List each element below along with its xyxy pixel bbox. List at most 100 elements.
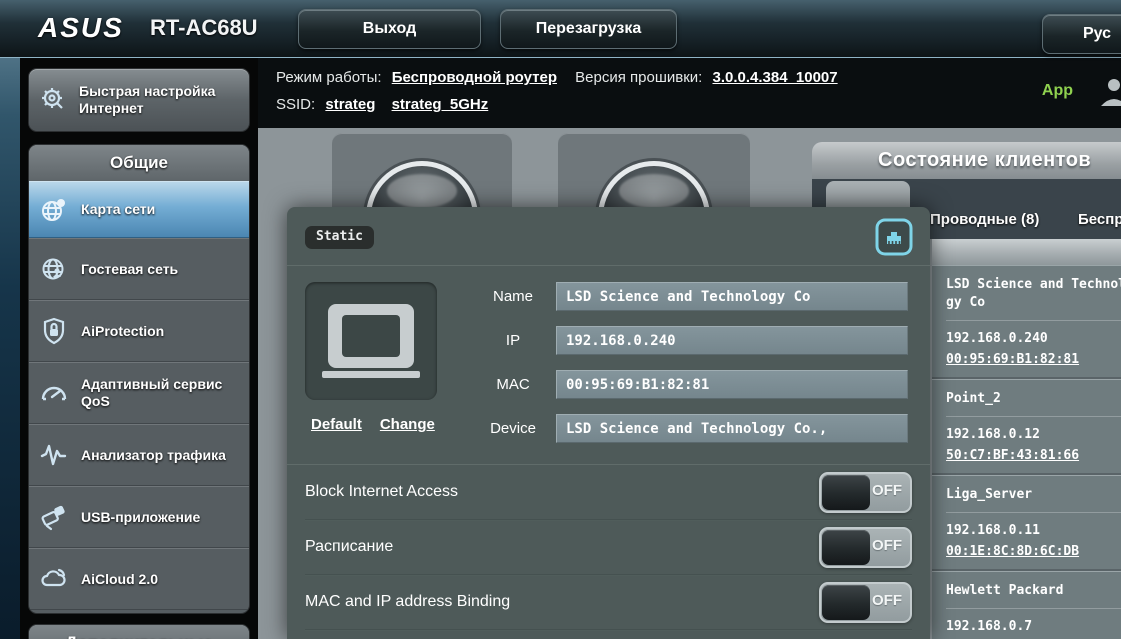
form-row-ip: IP (470, 326, 912, 355)
gear-wrench-icon (39, 85, 69, 115)
device-icon-column: Default Change (305, 282, 470, 458)
sidebar-item-label: Анализатор трафика (81, 447, 226, 464)
app-label[interactable]: App (1042, 82, 1073, 100)
toggle-knob (822, 585, 870, 620)
sidebar-item-guest-network[interactable]: Гостевая сеть (29, 238, 249, 300)
waveform-icon (39, 440, 69, 470)
client-name: Hewlett Packard (946, 582, 1121, 600)
sidebar-section-general: Общие Карта сети Гостевая сеть (28, 144, 250, 614)
router-model: RT-AC68U (150, 15, 258, 41)
toggle-row-schedule: Расписание OFF (305, 520, 912, 575)
guest-network-icon (39, 254, 69, 284)
block-internet-label: Block Internet Access (305, 483, 458, 501)
laptop-base (322, 371, 420, 378)
sidebar-item-label: AiProtection (81, 323, 164, 340)
logout-button[interactable]: Выход (298, 9, 481, 49)
icon-links: Default Change (305, 416, 470, 433)
schedule-toggle[interactable]: OFF (819, 527, 912, 568)
mac-ip-binding-label: MAC and IP address Binding (305, 593, 510, 611)
client-ip: 192.168.0.240 (946, 331, 1121, 346)
firmware-label: Версия прошивки: (575, 69, 702, 86)
client-list-item[interactable]: Hewlett Packard 192.168.0.7 (932, 571, 1121, 639)
divider (946, 512, 1121, 513)
mac-ip-binding-toggle[interactable]: OFF (819, 582, 912, 623)
form-row-name: Name (470, 282, 912, 311)
client-status-title: Состояние клиентов (812, 142, 1121, 179)
section-title-advanced: Дополнительные (29, 625, 249, 639)
client-ip: 192.168.0.11 (946, 523, 1121, 538)
header-info-strip: Режим работы: Беспроводной роутер Версия… (258, 58, 1121, 128)
divider (946, 608, 1121, 609)
cloud-icon (39, 564, 69, 594)
network-map-icon (39, 195, 69, 225)
default-link[interactable]: Default (311, 416, 362, 433)
sidebar-item-label: AiCloud 2.0 (81, 571, 158, 588)
header-line-2: SSID: strateg strateg_5GHz (276, 96, 494, 113)
client-mac-link[interactable]: 50:C7:BF:43:81:66 (946, 448, 1121, 463)
shield-lock-icon (39, 316, 69, 346)
sidebar-item-network-map[interactable]: Карта сети (29, 181, 249, 238)
ssid-label: SSID: (276, 96, 315, 113)
sidebar-item-aicloud[interactable]: AiCloud 2.0 (29, 548, 249, 610)
toggle-state: OFF (872, 537, 902, 554)
change-link[interactable]: Change (380, 416, 435, 433)
topbar: ASUS RT-AC68U Выход Перезагрузка Рус (0, 0, 1121, 58)
client-form: Name IP MAC Device (470, 282, 912, 458)
client-list-item[interactable]: LSD Science and Technology Co 192.168.0.… (932, 265, 1121, 379)
section-title-general: Общие (29, 145, 249, 181)
mode-label: Режим работы: (276, 69, 382, 86)
divider (946, 416, 1121, 417)
usb-icon (39, 502, 69, 532)
ssid-link-2[interactable]: strateg_5GHz (392, 96, 489, 113)
language-button[interactable]: Рус (1042, 14, 1121, 54)
block-internet-toggle[interactable]: OFF (819, 472, 912, 513)
gauge-icon (39, 378, 69, 408)
tab-wired[interactable]: Проводные (8) (930, 211, 1039, 228)
sidebar-item-aiprotection[interactable]: AiProtection (29, 300, 249, 362)
client-mac-link[interactable]: 00:95:69:B1:82:81 (946, 352, 1121, 367)
client-name: Liga_Server (946, 486, 1121, 504)
firmware-version-link[interactable]: 3.0.0.4.384_10007 (712, 69, 837, 86)
quick-setup-button[interactable]: Быстрая настройка Интернет (28, 68, 250, 132)
sidebar-item-adaptive-qos[interactable]: Адаптивный сервис QoS (29, 362, 249, 424)
static-badge: Static (305, 226, 374, 249)
tab-wireless[interactable]: Беспроводные (1078, 211, 1121, 228)
toggle-state: OFF (872, 592, 902, 609)
laptop-screen-frame (328, 304, 414, 368)
client-list-item[interactable]: Point_2 192.168.0.12 50:C7:BF:43:81:66 (932, 379, 1121, 475)
sidebar-item-traffic-analyzer[interactable]: Анализатор трафика (29, 424, 249, 486)
client-ip: 192.168.0.7 (946, 619, 1121, 634)
sidebar-item-label: Гостевая сеть (81, 261, 178, 278)
client-mac-link[interactable]: 00:1E:8C:8D:6C:DB (946, 544, 1121, 559)
header-line-1: Режим работы: Беспроводной роутер Версия… (276, 69, 844, 86)
sidebar-item-usb-application[interactable]: USB-приложение (29, 486, 249, 548)
mac-label: MAC (470, 376, 556, 393)
client-list-header-strip (932, 239, 1121, 265)
laptop-icon (305, 282, 437, 400)
laptop-screen (342, 315, 400, 357)
client-ip: 192.168.0.12 (946, 427, 1121, 442)
ethernet-icon[interactable] (874, 217, 914, 257)
ssid-link-1[interactable]: strateg (325, 96, 375, 113)
asus-logo: ASUS (38, 12, 124, 44)
device-label: Device (470, 420, 556, 437)
toggle-knob (822, 475, 870, 510)
sidebar-section-advanced: Дополнительные (28, 624, 250, 639)
toggle-row-mac-ip-binding: MAC and IP address Binding OFF (305, 575, 912, 630)
person-icon[interactable] (1097, 74, 1121, 108)
client-name: Point_2 (946, 390, 1121, 408)
form-row-mac: MAC (470, 370, 912, 399)
name-input[interactable] (556, 282, 908, 311)
operation-mode-link[interactable]: Беспроводной роутер (392, 69, 557, 86)
ip-label: IP (470, 332, 556, 349)
mac-input[interactable] (556, 370, 908, 399)
client-name: LSD Science and Technology Co (946, 276, 1121, 312)
client-detail-popup: Static Default Change Name (287, 207, 930, 639)
toggle-knob (822, 530, 870, 565)
device-input[interactable] (556, 414, 908, 443)
name-label: Name (470, 288, 556, 305)
ip-input[interactable] (556, 326, 908, 355)
toggle-row-block-internet: Block Internet Access OFF (305, 465, 912, 520)
reboot-button[interactable]: Перезагрузка (500, 9, 677, 49)
client-list-item[interactable]: Liga_Server 192.168.0.11 00:1E:8C:8D:6C:… (932, 475, 1121, 571)
